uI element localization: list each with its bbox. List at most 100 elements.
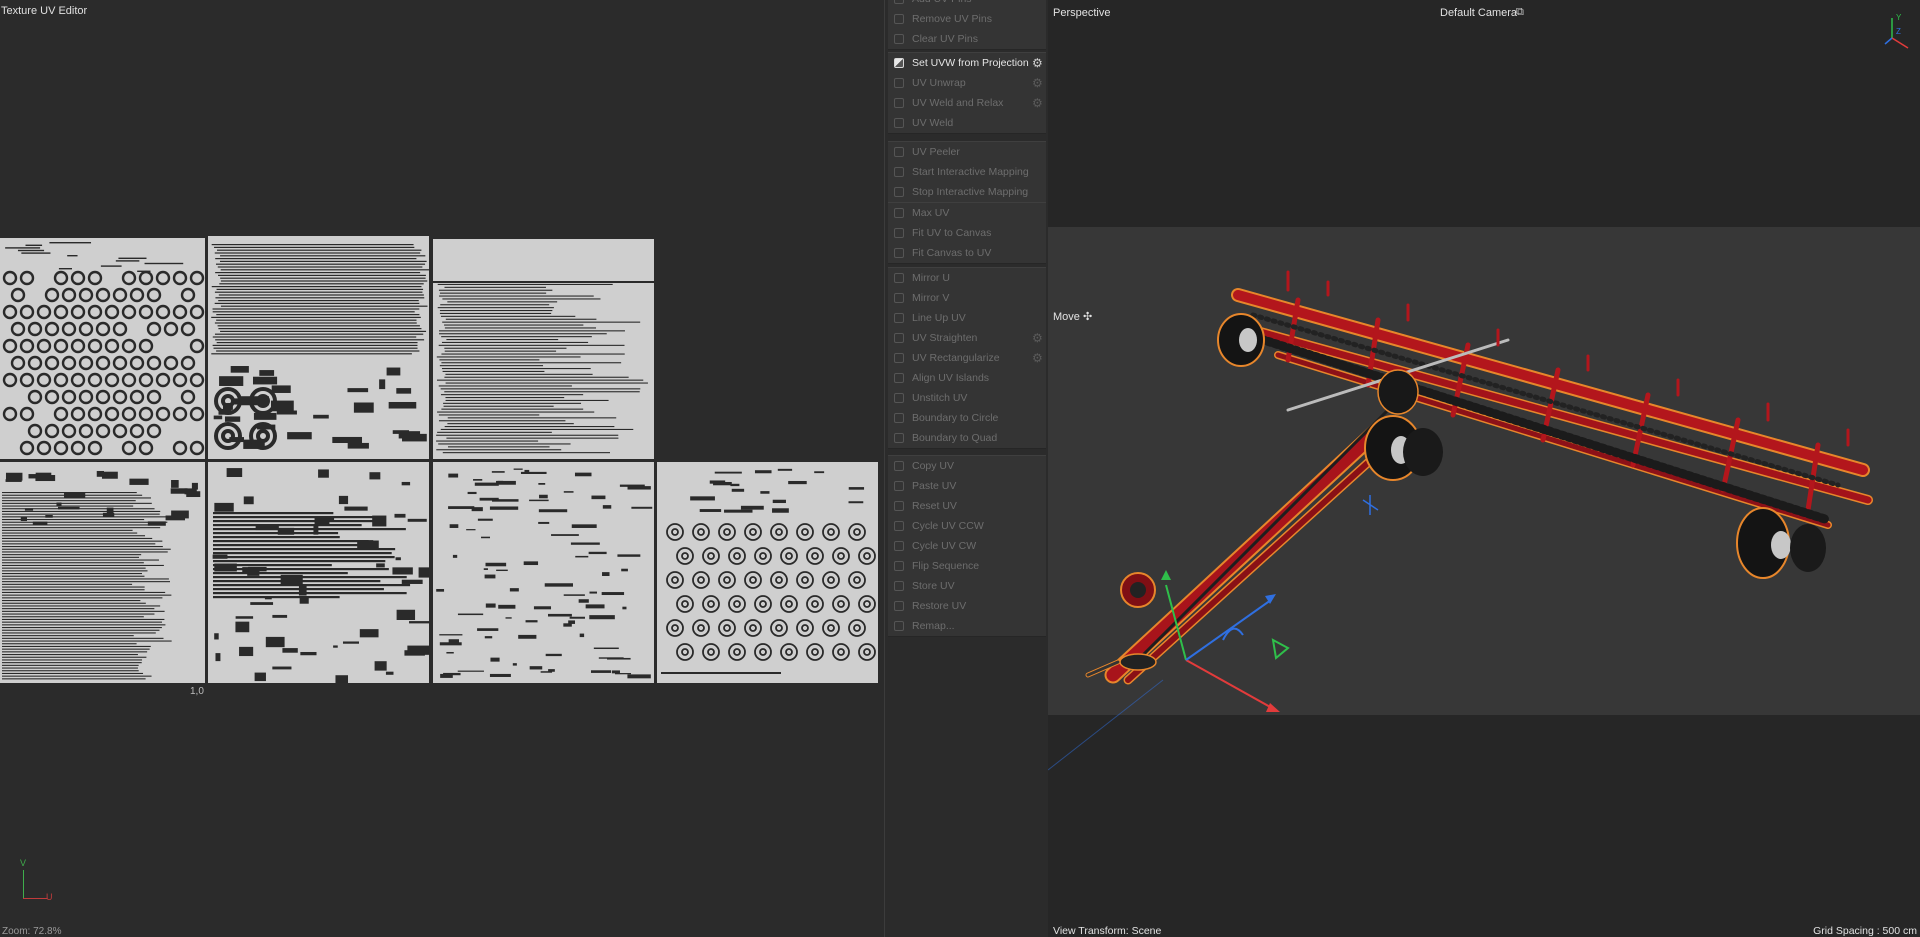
camera-icon[interactable]: ⧉ bbox=[1516, 6, 1524, 19]
command-item[interactable]: Max UV bbox=[888, 203, 1046, 223]
command-item[interactable]: Paste UV bbox=[888, 476, 1046, 496]
weld-icon bbox=[894, 118, 904, 128]
command-item[interactable]: Cycle UV CW bbox=[888, 536, 1046, 556]
command-label: Paste UV bbox=[912, 480, 957, 492]
uv-tile[interactable] bbox=[208, 236, 429, 459]
flip-icon bbox=[894, 561, 904, 571]
command-label: Clear UV Pins bbox=[912, 33, 978, 45]
uv-tile[interactable] bbox=[433, 239, 654, 459]
command-group: Mirror U Mirror V Line Up UV UV Straighten ⚙… bbox=[888, 267, 1046, 449]
uv-editor-panel[interactable]: Texture UV Editor 1,0 V U Zoom: 72.8% bbox=[0, 0, 885, 937]
command-label: Max UV bbox=[912, 207, 950, 219]
command-label: UV Weld and Relax bbox=[912, 97, 1004, 109]
command-item[interactable]: Flip Sequence bbox=[888, 556, 1046, 576]
command-item[interactable]: Boundary to Circle bbox=[888, 408, 1046, 428]
play-icon bbox=[894, 167, 904, 177]
command-item[interactable]: UV Straighten ⚙ bbox=[888, 328, 1046, 348]
circle-icon bbox=[894, 413, 904, 423]
command-item[interactable]: UV Rectangularize ⚙ bbox=[888, 348, 1046, 368]
uv-tile[interactable] bbox=[208, 462, 429, 683]
command-item[interactable]: Copy UV bbox=[888, 456, 1046, 476]
command-item[interactable]: Mirror U bbox=[888, 268, 1046, 288]
reset-icon bbox=[894, 501, 904, 511]
command-item[interactable]: Cycle UV CCW bbox=[888, 516, 1046, 536]
weld-relax-icon bbox=[894, 98, 904, 108]
command-item[interactable]: Unstitch UV bbox=[888, 388, 1046, 408]
align-icon bbox=[894, 373, 904, 383]
command-item[interactable]: Remove UV Pins bbox=[888, 9, 1046, 29]
command-item[interactable]: Set UVW from Projection ⚙ bbox=[888, 53, 1046, 73]
command-group: Max UV Fit UV to Canvas Fit Canvas to UV bbox=[888, 202, 1046, 264]
copy-icon bbox=[894, 461, 904, 471]
command-item[interactable]: Mirror V bbox=[888, 288, 1046, 308]
uv-tile[interactable] bbox=[0, 462, 205, 683]
command-group: Add UV Pins Remove UV Pins Clear UV Pins bbox=[888, 0, 1046, 50]
command-item[interactable]: UV Peeler bbox=[888, 142, 1046, 162]
command-item[interactable]: Fit Canvas to UV bbox=[888, 243, 1046, 263]
command-item[interactable]: Clear UV Pins bbox=[888, 29, 1046, 49]
pin-remove-icon bbox=[894, 14, 904, 24]
command-item[interactable]: Add UV Pins bbox=[888, 0, 1046, 9]
command-label: Restore UV bbox=[912, 600, 967, 612]
stop-icon bbox=[894, 187, 904, 197]
command-label: UV Weld bbox=[912, 117, 954, 129]
uv-tile[interactable] bbox=[657, 462, 878, 683]
paste-icon bbox=[894, 481, 904, 491]
command-item[interactable]: Remap... bbox=[888, 616, 1046, 636]
axis-v-label: V bbox=[20, 858, 27, 868]
gear-icon[interactable]: ⚙ bbox=[1032, 332, 1044, 344]
axis-navigation-icon[interactable]: Y Z bbox=[1882, 10, 1912, 50]
gear-icon[interactable]: ⚙ bbox=[1032, 57, 1044, 69]
viewport-title[interactable]: Perspective bbox=[1053, 7, 1110, 19]
command-item[interactable]: Stop Interactive Mapping bbox=[888, 182, 1046, 202]
command-item[interactable]: Line Up UV bbox=[888, 308, 1046, 328]
camera-selector[interactable]: Default Camera bbox=[1440, 7, 1517, 19]
command-item[interactable]: UV Weld and Relax ⚙ bbox=[888, 93, 1046, 113]
pin-add-icon bbox=[894, 0, 904, 4]
command-label: Reset UV bbox=[912, 500, 957, 512]
command-item[interactable]: Start Interactive Mapping bbox=[888, 162, 1046, 182]
scene-canvas[interactable] bbox=[1048, 0, 1920, 937]
view-transform-status[interactable]: View Transform: Scene bbox=[1053, 925, 1161, 937]
uv-tile[interactable] bbox=[433, 462, 654, 683]
cycle-cw-icon bbox=[894, 541, 904, 551]
command-label: Fit UV to Canvas bbox=[912, 227, 992, 239]
uv-axis-icon: V U bbox=[16, 858, 56, 904]
command-item[interactable]: Fit UV to Canvas bbox=[888, 223, 1046, 243]
store-icon bbox=[894, 581, 904, 591]
command-item[interactable]: Reset UV bbox=[888, 496, 1046, 516]
gear-icon[interactable]: ⚙ bbox=[1032, 97, 1044, 109]
command-label: Start Interactive Mapping bbox=[912, 166, 1029, 178]
command-item[interactable]: UV Unwrap ⚙ bbox=[888, 73, 1046, 93]
command-label: Flip Sequence bbox=[912, 560, 980, 572]
uv-tile[interactable] bbox=[0, 238, 205, 459]
command-label: Mirror U bbox=[912, 272, 950, 284]
command-label: Remap... bbox=[912, 620, 955, 632]
gear-icon[interactable]: ⚙ bbox=[1032, 77, 1044, 89]
axis-u-label: U bbox=[46, 892, 53, 902]
command-label: Cycle UV CCW bbox=[912, 520, 984, 532]
move-tool-label: Move ✣ bbox=[1053, 311, 1093, 323]
command-label: Boundary to Quad bbox=[912, 432, 998, 444]
command-label: Align UV Islands bbox=[912, 372, 990, 384]
command-label: Unstitch UV bbox=[912, 392, 968, 404]
command-item[interactable]: Store UV bbox=[888, 576, 1046, 596]
command-item[interactable]: UV Weld bbox=[888, 113, 1046, 133]
command-label: UV Straighten bbox=[912, 332, 978, 344]
unwrap-icon bbox=[894, 78, 904, 88]
command-label: Mirror V bbox=[912, 292, 950, 304]
command-label: UV Rectangularize bbox=[912, 352, 1000, 364]
command-item[interactable]: Restore UV bbox=[888, 596, 1046, 616]
uv-command-panel: Add UV Pins Remove UV Pins Clear UV Pins Se… bbox=[886, 0, 1048, 937]
command-label: UV Unwrap bbox=[912, 77, 966, 89]
gizmo-z-label: Z bbox=[1896, 27, 1901, 36]
uv-coordinate-label: 1,0 bbox=[190, 686, 204, 697]
cycle-ccw-icon bbox=[894, 521, 904, 531]
perspective-viewport[interactable]: Perspective Default Camera ⧉ Move ✣ Y Z … bbox=[1048, 0, 1920, 937]
grid-spacing-status: Grid Spacing : 500 cm bbox=[1813, 925, 1917, 937]
gear-icon[interactable]: ⚙ bbox=[1032, 352, 1044, 364]
restore-icon bbox=[894, 601, 904, 611]
command-item[interactable]: Boundary to Quad bbox=[888, 428, 1046, 448]
command-label: Remove UV Pins bbox=[912, 13, 992, 25]
command-item[interactable]: Align UV Islands bbox=[888, 368, 1046, 388]
